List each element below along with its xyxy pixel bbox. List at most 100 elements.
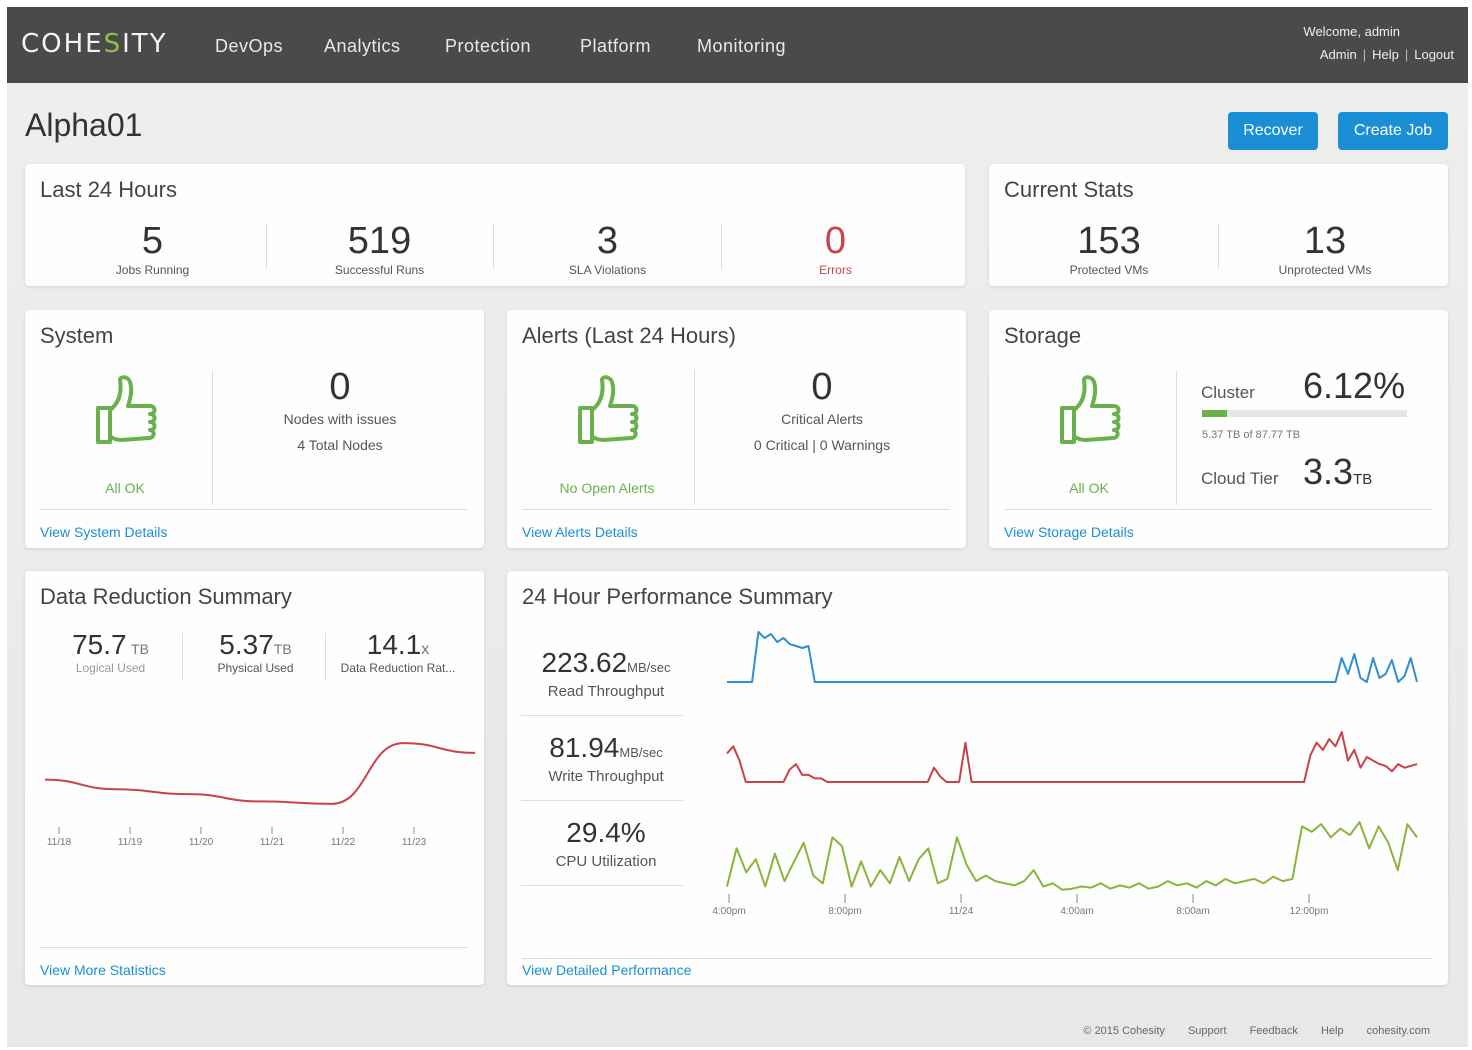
x-tick-label: 11/23: [402, 837, 427, 848]
stat-value: 5: [141, 220, 164, 262]
read-throughput-metric: 223.62MB/sec Read Throughput: [521, 647, 691, 700]
card-title: Storage: [1004, 323, 1082, 348]
divider: [522, 958, 1432, 959]
dashboard-frame: COHESITY DevOps Analytics Protection Pla…: [7, 7, 1468, 1047]
footer-feedback-link[interactable]: Feedback: [1250, 1025, 1298, 1037]
divider: [266, 224, 267, 269]
metric-label: CPU Utilization: [555, 853, 657, 870]
sla-violations-stat[interactable]: 3 SLA Violations: [520, 221, 695, 277]
jobs-running-stat[interactable]: 5 Jobs Running: [65, 221, 240, 277]
divider: [521, 800, 683, 801]
divider: [721, 224, 722, 269]
divider: [522, 509, 950, 510]
card-title: Alerts (Last 24 Hours): [522, 323, 736, 348]
nav-monitoring[interactable]: Monitoring: [697, 36, 786, 57]
cluster-label: Cluster: [1201, 383, 1255, 402]
recover-button[interactable]: Recover: [1228, 112, 1318, 150]
user-links: Admin | Help | Logout: [1319, 47, 1454, 62]
metric-value: 14.1: [366, 629, 422, 660]
logical-used-stat: 75.7 TB Logical Used: [43, 629, 178, 675]
welcome-text: Welcome, admin: [1303, 24, 1400, 39]
data-reduction-ratio-stat: 14.1x Data Reduction Rat...: [328, 629, 468, 675]
stat-label: Protected VMs: [1069, 263, 1149, 277]
protected-vms-stat[interactable]: 153 Protected VMs: [1019, 221, 1199, 277]
nav-devops[interactable]: DevOps: [215, 36, 283, 57]
stat-label: Jobs Running: [115, 263, 190, 277]
divider: [325, 633, 326, 681]
divider: [40, 509, 468, 510]
x-tick-label: 11/19: [118, 837, 143, 848]
stat-value: 153: [1077, 220, 1141, 262]
perf-series-line: [726, 821, 1418, 891]
divider: [1004, 509, 1432, 510]
last-24-hours-card: Last 24 Hours 5 Jobs Running 519 Success…: [25, 164, 965, 286]
system-status: All OK: [105, 480, 145, 496]
stat-label: Successful Runs: [334, 263, 425, 277]
metric-unit: MB/sec: [627, 660, 671, 675]
metric-unit: x: [421, 641, 430, 658]
alerts-card: Alerts (Last 24 Hours) No Open Alerts 0 …: [507, 310, 966, 548]
metric-value: 5.37: [219, 629, 274, 660]
metric-value: 81.94: [549, 732, 620, 763]
metric-unit: TB: [273, 641, 292, 657]
metric-label: Data Reduction Rat...: [340, 661, 456, 675]
stat-label: Unprotected VMs: [1278, 263, 1372, 277]
cloud-tier-unit: TB: [1353, 471, 1373, 488]
critical-alerts-label: Critical Alerts: [781, 411, 863, 427]
metric-unit: TB: [131, 641, 149, 657]
metric-label: Write Throughput: [548, 768, 664, 785]
create-job-button[interactable]: Create Job: [1338, 112, 1448, 150]
nav-analytics[interactable]: Analytics: [324, 36, 401, 57]
metric-label: Logical Used: [75, 661, 146, 675]
view-storage-details-link[interactable]: View Storage Details: [1004, 524, 1134, 540]
divider: [1176, 370, 1177, 505]
view-detailed-performance-link[interactable]: View Detailed Performance: [522, 962, 691, 978]
data-reduction-card: Data Reduction Summary 75.7 TB Logical U…: [25, 571, 484, 985]
footer-help-link[interactable]: Help: [1321, 1025, 1344, 1037]
nav-protection[interactable]: Protection: [445, 36, 531, 57]
admin-link[interactable]: Admin: [1320, 47, 1357, 62]
logout-link[interactable]: Logout: [1414, 47, 1454, 62]
cluster-usage-bar: [1202, 410, 1407, 417]
view-alerts-details-link[interactable]: View Alerts Details: [522, 524, 638, 540]
footer: © 2015 Cohesity Support Feedback Help co…: [1063, 1025, 1430, 1037]
stat-label: Errors: [819, 263, 852, 277]
x-tick-label: 11/22: [331, 837, 356, 848]
critical-alerts-count: 0: [811, 366, 833, 408]
footer-cohesity-link[interactable]: cohesity.com: [1367, 1025, 1430, 1037]
divider: [521, 715, 683, 716]
cpu-utilization-metric: 29.4% CPU Utilization: [521, 817, 691, 870]
x-tick-label: 11/24: [949, 906, 974, 917]
stat-value: 3: [596, 220, 619, 262]
storage-status: All OK: [1069, 480, 1109, 496]
system-card: System All OK 0 Nodes with issues 4 Tota…: [25, 310, 484, 548]
successful-runs-stat[interactable]: 519 Successful Runs: [292, 221, 467, 277]
divider: [182, 633, 183, 681]
card-title: Data Reduction Summary: [40, 584, 292, 609]
alerts-status: No Open Alerts: [559, 480, 655, 496]
x-tick-label: 11/20: [189, 837, 214, 848]
metric-value: 29.4%: [566, 817, 646, 848]
stat-label: SLA Violations: [568, 263, 647, 277]
metric-unit: MB/sec: [619, 745, 663, 760]
divider: [40, 947, 468, 948]
cloud-tier-label: Cloud Tier: [1201, 469, 1279, 488]
cluster-usage-percent: 6.12%: [1303, 365, 1406, 406]
unprotected-vms-stat[interactable]: 13 Unprotected VMs: [1235, 221, 1415, 277]
x-tick-label: 11/18: [47, 837, 72, 848]
view-more-statistics-link[interactable]: View More Statistics: [40, 962, 166, 978]
card-title: System: [40, 323, 114, 348]
metric-value: 75.7: [72, 629, 127, 660]
top-navigation-bar: COHESITY DevOps Analytics Protection Pla…: [7, 7, 1468, 83]
divider: [1218, 224, 1219, 269]
help-link[interactable]: Help: [1372, 47, 1399, 62]
physical-used-stat: 5.37TB Physical Used: [188, 629, 323, 675]
errors-stat[interactable]: 0 Errors: [748, 221, 923, 277]
nav-platform[interactable]: Platform: [580, 36, 651, 57]
x-tick-label: 4:00am: [1060, 906, 1093, 917]
footer-support-link[interactable]: Support: [1188, 1025, 1227, 1037]
divider: [694, 370, 695, 505]
data-reduction-line: [44, 742, 475, 805]
cohesity-logo[interactable]: COHESITY: [21, 29, 168, 59]
view-system-details-link[interactable]: View System Details: [40, 524, 167, 540]
